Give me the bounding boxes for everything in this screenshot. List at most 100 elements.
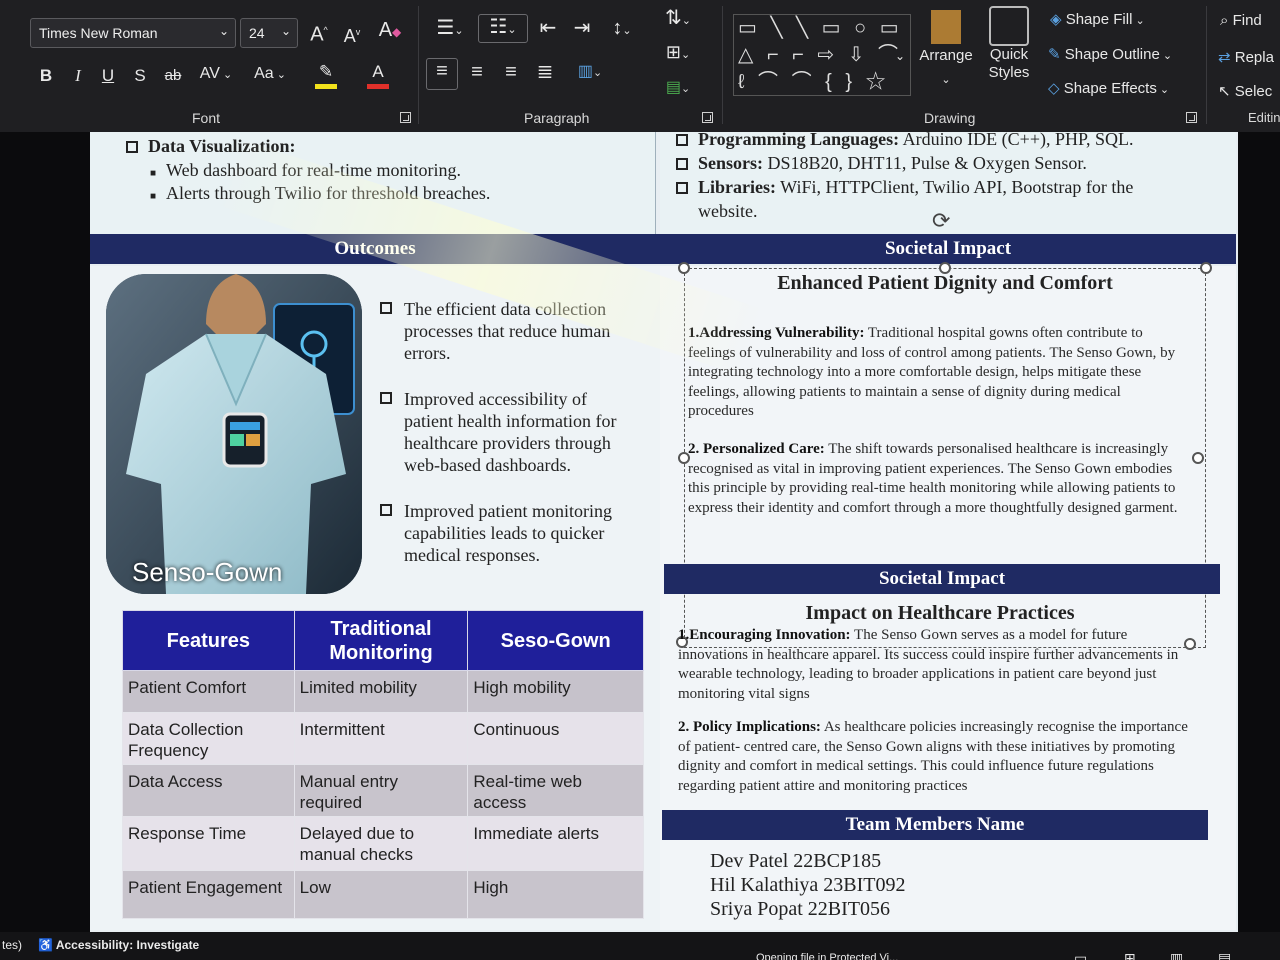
underline-button[interactable]: U xyxy=(98,64,118,88)
protected-view-notice: Opening file in Protected Vi... xyxy=(756,952,899,960)
sensors-text: DS18B20, DHT11, Pulse & Oxygen Sensor. xyxy=(763,153,1087,173)
societal-impact-panel[interactable]: Enhanced Patient Dignity and Comfort 1.A… xyxy=(660,262,1236,930)
outcome-item: The efficient data collection processes … xyxy=(380,298,640,364)
find-button[interactable]: ⌕ Find xyxy=(1220,12,1262,29)
data-visualization-box[interactable]: Data Visualization: ■ Web dashboard for … xyxy=(90,132,656,234)
align-center-button[interactable]: ≡ xyxy=(464,60,490,84)
select-label: Selec xyxy=(1234,83,1273,100)
shrink-font-label: A xyxy=(343,26,356,46)
accessibility-status[interactable]: ♿ Accessibility: Investigate xyxy=(38,938,199,952)
table-cell: Manual entry required xyxy=(293,764,469,817)
paragraph-policy-implications: 2. Policy Implications: As healthcare po… xyxy=(678,718,1198,796)
shape-outline-label: Shape Outline xyxy=(1064,46,1160,63)
smartart-button[interactable]: ▤⌄ xyxy=(658,76,698,101)
sensors-item: Sensors: DS18B20, DHT11, Pulse & Oxygen … xyxy=(676,153,1087,174)
table-cell: High mobility xyxy=(467,670,644,713)
strikethrough-button[interactable]: ab xyxy=(160,64,186,88)
square-bullet-icon: ■ xyxy=(150,168,167,179)
shapes-gallery-more-icon[interactable]: ⌄ xyxy=(892,44,908,68)
slideshow-icon[interactable]: ▤ xyxy=(1218,950,1231,960)
paragraph-dialog-launcher-icon[interactable] xyxy=(702,112,713,123)
paragraph-group-label: Paragraph xyxy=(524,110,590,126)
text-shadow-button[interactable]: S xyxy=(130,64,150,88)
sensors-label: Sensors: xyxy=(698,153,764,173)
shape-fill-button[interactable]: ◈ Shape Fill xyxy=(1050,10,1145,28)
select-button[interactable]: ↖ Selec xyxy=(1218,82,1272,100)
search-icon: ⌕ xyxy=(1220,12,1233,29)
arrange-button[interactable]: Arrange ⌄ xyxy=(914,10,978,92)
checkbox-bullet-icon xyxy=(676,182,688,194)
text-direction-button[interactable]: ⇅⌄ xyxy=(658,6,698,33)
font-size-combo[interactable]: 24 ⌄ xyxy=(240,18,298,48)
technology-box[interactable]: Programming Languages: Arduino IDE (C++)… xyxy=(660,132,1236,234)
rotate-handle-icon[interactable]: ⟳ xyxy=(932,208,950,234)
paragraph-label: 2. Policy Implications: xyxy=(678,719,821,735)
reading-view-icon[interactable]: ▥ xyxy=(1170,950,1183,960)
outcome-text: Improved accessibility of patient health… xyxy=(404,389,617,475)
replace-icon: ⇄ xyxy=(1218,49,1235,66)
numbering-button[interactable]: ☷⌄ xyxy=(478,14,528,43)
table-cell: High xyxy=(467,870,644,919)
table-row: Patient Engagement Low High xyxy=(122,870,644,919)
bold-button[interactable]: B xyxy=(36,64,56,88)
outcomes-header: Outcomes xyxy=(90,234,660,264)
ribbon-divider xyxy=(418,6,419,124)
align-right-button[interactable]: ≡ xyxy=(498,60,524,84)
slide-sorter-icon[interactable]: ⊞ xyxy=(1124,950,1136,960)
font-name-combo[interactable]: Times New Roman ⌄ xyxy=(30,18,236,48)
font-color-button[interactable]: A xyxy=(358,60,398,89)
photo-caption: Senso-Gown xyxy=(132,557,283,587)
shape-fill-label: Shape Fill xyxy=(1065,11,1133,28)
table-cell: Real-time web access xyxy=(467,764,644,817)
table-row: Patient Comfort Limited mobility High mo… xyxy=(122,670,644,713)
change-case-button[interactable]: Aa xyxy=(248,62,292,87)
table-cell: Delayed due to manual checks xyxy=(293,816,469,871)
table-cell: Response Time xyxy=(122,816,295,871)
clear-formatting-button[interactable]: A◆ xyxy=(376,18,404,44)
chevron-down-icon: ⌄ xyxy=(218,24,229,38)
font-dialog-launcher-icon[interactable] xyxy=(400,112,411,123)
square-bullet-icon: ■ xyxy=(150,191,167,202)
normal-view-icon[interactable]: ▭ xyxy=(1074,950,1087,960)
drawing-dialog-launcher-icon[interactable] xyxy=(1186,112,1197,123)
grow-font-button[interactable]: A^ xyxy=(306,18,332,47)
decrease-indent-button[interactable]: ⇤ xyxy=(536,16,560,40)
checkbox-bullet-icon xyxy=(380,302,392,314)
list-item: ■ Web dashboard for real-time monitoring… xyxy=(150,160,461,181)
table-header-row: Features Traditional Monitoring Seso-Gow… xyxy=(122,610,644,671)
justify-button[interactable]: ≣ xyxy=(532,60,558,84)
increase-indent-button[interactable]: ⇥ xyxy=(570,16,594,40)
italic-button[interactable]: I xyxy=(68,64,88,88)
table-header-cell: Features xyxy=(122,610,295,671)
replace-button[interactable]: ⇄ Repla xyxy=(1218,48,1274,66)
pen-icon: ✎ xyxy=(1048,46,1065,63)
checkbox-bullet-icon xyxy=(676,134,688,146)
effects-icon: ◇ xyxy=(1048,80,1064,97)
table-cell: Patient Comfort xyxy=(122,670,295,713)
bullets-button[interactable]: ☰⌄ xyxy=(428,16,472,43)
paragraph-label: 1.Addressing Vulnerability: xyxy=(688,325,865,341)
quick-styles-button[interactable]: Quick Styles xyxy=(980,6,1038,82)
table-cell: Data Collection Frequency xyxy=(122,712,295,765)
comparison-table[interactable]: Features Traditional Monitoring Seso-Gow… xyxy=(122,610,644,919)
accessibility-label: Accessibility: Investigate xyxy=(55,938,200,952)
highlight-color-button[interactable]: ✎ xyxy=(306,60,346,89)
table-header-cell: Traditional Monitoring xyxy=(293,610,469,671)
line-spacing-button[interactable]: ↕⌄ xyxy=(602,16,642,43)
font-size-value: 24 xyxy=(249,25,265,41)
align-text-button[interactable]: ⊞⌄ xyxy=(658,40,698,67)
shrink-font-button[interactable]: Av xyxy=(340,20,364,48)
columns-button[interactable]: ▥⌄ xyxy=(570,60,610,85)
senso-gown-photo: Senso-Gown xyxy=(106,274,362,594)
shapes-gallery[interactable]: ▭ ╲ ╲ ▭ ○ ▭ △ ⌐ ⌐ ⇨ ⇩ ⌒ ℓ ⌒ ⌒ { } ☆ xyxy=(733,14,911,96)
ribbon-divider xyxy=(1206,6,1207,124)
drawing-group-label: Drawing xyxy=(924,110,976,126)
align-left-button[interactable]: ≡ xyxy=(426,58,458,90)
outcomes-panel[interactable]: Senso-Gown The efficient data collection… xyxy=(90,266,660,930)
character-spacing-button[interactable]: AV xyxy=(194,62,238,87)
shape-effects-button[interactable]: ◇ Shape Effects xyxy=(1048,79,1169,97)
status-bar: tes) ♿ Accessibility: Investigate Openin… xyxy=(0,932,1280,960)
slide-canvas[interactable]: Data Visualization: ■ Web dashboard for … xyxy=(90,132,1238,932)
status-left-text: tes) xyxy=(2,938,23,952)
shape-outline-button[interactable]: ✎ Shape Outline xyxy=(1048,45,1172,63)
